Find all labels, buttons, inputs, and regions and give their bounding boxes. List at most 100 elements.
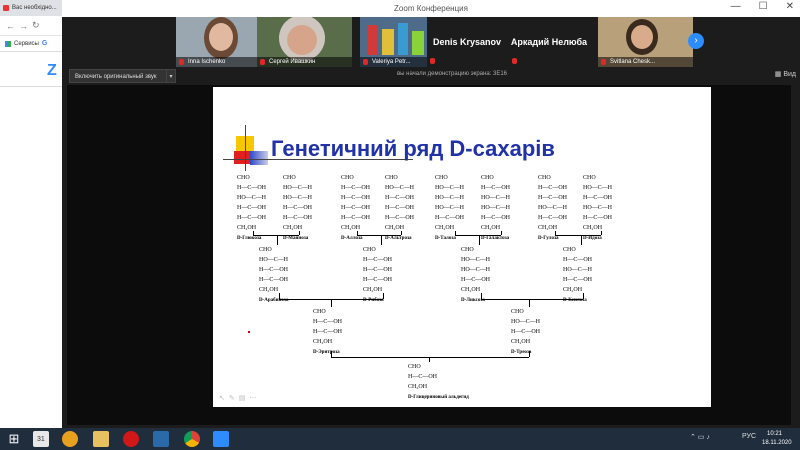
formula-row: CHO (481, 175, 494, 181)
formula-row: CHO (538, 175, 551, 181)
participant-tile[interactable]: Denis Krysanov (427, 17, 507, 67)
participant-tile[interactable]: Аркадий Нелюба (509, 17, 589, 67)
sugar-name: D-Ликсоза (461, 298, 485, 303)
formula-row: HO—C—H (385, 185, 415, 191)
connector-line (253, 235, 299, 236)
clock-date[interactable]: 18.11.2020 (762, 440, 792, 446)
formula-row: HO—C—H (563, 267, 593, 273)
language-indicator[interactable]: РУС (742, 433, 756, 440)
minimize-icon[interactable]: — (731, 1, 741, 12)
windows-start-icon[interactable]: ⊞ (6, 431, 22, 447)
chrome-browser-icon[interactable] (184, 431, 200, 447)
molecule-formula: CHO H—C—OH H—C—OH CH₂OH D-Эритроза (313, 307, 342, 358)
screen: Вас необхідно... ← → ↻ Сервисы G Z Zoom … (0, 0, 800, 450)
sugar-name: D-Рибоза (363, 298, 384, 303)
file-explorer-icon[interactable] (93, 431, 109, 447)
maximize-icon[interactable]: ☐ (759, 1, 768, 12)
connector-line (481, 293, 482, 299)
connector-line (357, 231, 358, 235)
clock-time[interactable]: 10:21 (767, 431, 782, 437)
molecule-formula: CHO H—C—OH HO—C—H H—C—OH CH₂OH D-Ксилоза (563, 245, 592, 306)
muted-mic-icon (512, 58, 517, 64)
participant-tile[interactable]: Svitlana Chesk... (598, 17, 693, 67)
molecule-formula: CHO H—C—OH CH₂OH D-Глицериновый альдегид (408, 362, 469, 403)
app-icon[interactable] (62, 431, 78, 447)
view-button[interactable]: ▦ Вид (775, 70, 796, 78)
connector-line (479, 235, 480, 245)
zoom-app-icon[interactable] (213, 431, 229, 447)
formula-row: HO—C—H (511, 319, 541, 325)
formula-row: H—C—OH (511, 329, 541, 335)
next-participants-button[interactable]: › (688, 33, 704, 49)
formula-row: CHO (511, 309, 524, 315)
participant-tile[interactable]: Сергей Ивашкин (257, 17, 352, 67)
formula-row: H—C—OH (583, 195, 613, 201)
reload-icon[interactable]: ↻ (32, 20, 40, 31)
arrow-tool-icon[interactable]: ↖ (219, 395, 229, 402)
back-arrow-icon[interactable]: ← (6, 21, 15, 31)
connector-line (279, 293, 280, 299)
muted-mic-icon (179, 59, 184, 65)
molecule-formula: CHO H—C—OH HO—C—H HO—C—H H—C—OH CH₂OH D-Галакт… (481, 173, 510, 244)
formula-row: CH₂OH (313, 339, 333, 345)
connector-line (357, 235, 401, 236)
formula-row: CH₂OH (283, 225, 303, 231)
more-icon[interactable]: ⋯ (249, 395, 260, 402)
molecule-formula: CHO HO—C—H H—C—OH H—C—OH CH₂OH D-Арабиноза (259, 245, 288, 306)
opera-browser-icon[interactable] (123, 431, 139, 447)
formula-row: CH₂OH (363, 287, 383, 293)
connector-line (529, 299, 530, 307)
molecule-formula: CHO H—C—OH H—C—OH HO—C—H H—C—OH CH₂OH D-Гулоза (538, 173, 567, 244)
formula-row: H—C—OH (538, 215, 568, 221)
formula-row: H—C—OH (363, 267, 393, 273)
molecule-formula: CHO H—C—OH HO—C—H H—C—OH H—C—OH CH₂OH D-Глюкоз… (237, 173, 266, 244)
calendar-number: 31 (37, 436, 45, 443)
connector-line (331, 299, 332, 307)
chevron-down-icon[interactable]: ▾ (166, 69, 176, 83)
connector-line (455, 231, 456, 235)
connector-line (331, 357, 529, 358)
formula-row: H—C—OH (583, 215, 613, 221)
participant-strip: Inna Ischenko Сергей Ивашкин Valeriya Pe… (62, 17, 800, 67)
zoom-logo-icon: Z (47, 62, 57, 79)
participant-name: Сергей Ивашкин (269, 59, 316, 65)
formula-row: H—C—OH (563, 277, 593, 283)
muted-mic-icon (601, 59, 606, 65)
calendar-app-icon[interactable]: 31 (33, 431, 49, 447)
forward-arrow-icon[interactable]: → (19, 21, 28, 31)
flask-image (412, 31, 424, 55)
flask-image (398, 23, 408, 55)
formula-row: CH₂OH (259, 287, 279, 293)
original-sound-button[interactable]: Включить оригинальный звук (69, 69, 173, 83)
sugar-name: D-Арабиноза (259, 298, 289, 303)
formula-row: H—C—OH (461, 277, 491, 283)
bookmark-services[interactable]: Сервисы (14, 41, 39, 47)
google-icon[interactable]: G (42, 40, 47, 47)
formula-row: H—C—OH (237, 205, 267, 211)
connector-line (481, 299, 583, 300)
formula-row: HO—C—H (481, 195, 511, 201)
formula-row: H—C—OH (313, 319, 343, 325)
connector-line (331, 351, 332, 357)
apps-grid-icon[interactable] (5, 40, 11, 47)
formula-row: H—C—OH (363, 257, 393, 263)
formula-row: HO—C—H (461, 257, 491, 263)
formula-row: H—C—OH (341, 195, 371, 201)
formula-row: H—C—OH (341, 185, 371, 191)
formula-row: CH₂OH (461, 287, 481, 293)
tray-icons[interactable]: ⌃ ▭ ♪ (690, 433, 710, 441)
app-icon[interactable] (153, 431, 169, 447)
connector-line (381, 235, 382, 245)
molecule-formula: CHO HO—C—H HO—C—H HO—C—H H—C—OH CH₂OH D-Талоза (435, 173, 464, 244)
close-icon[interactable]: ✕ (786, 1, 794, 12)
formula-row: HO—C—H (283, 195, 313, 201)
connector-line (299, 231, 300, 235)
participant-name: Valeriya Petr... (372, 59, 411, 65)
pen-tool-icon[interactable]: ✎ (229, 395, 239, 402)
presentation-slide: Генетичний ряд D-сахарів CHO H—C—OH HO—C—H… (213, 87, 711, 407)
slides-icon[interactable]: ▤ (239, 395, 250, 402)
connector-line (529, 351, 530, 357)
formula-row: CHO (583, 175, 596, 181)
formula-row: CH₂OH (511, 339, 531, 345)
formula-row: H—C—OH (259, 267, 289, 273)
